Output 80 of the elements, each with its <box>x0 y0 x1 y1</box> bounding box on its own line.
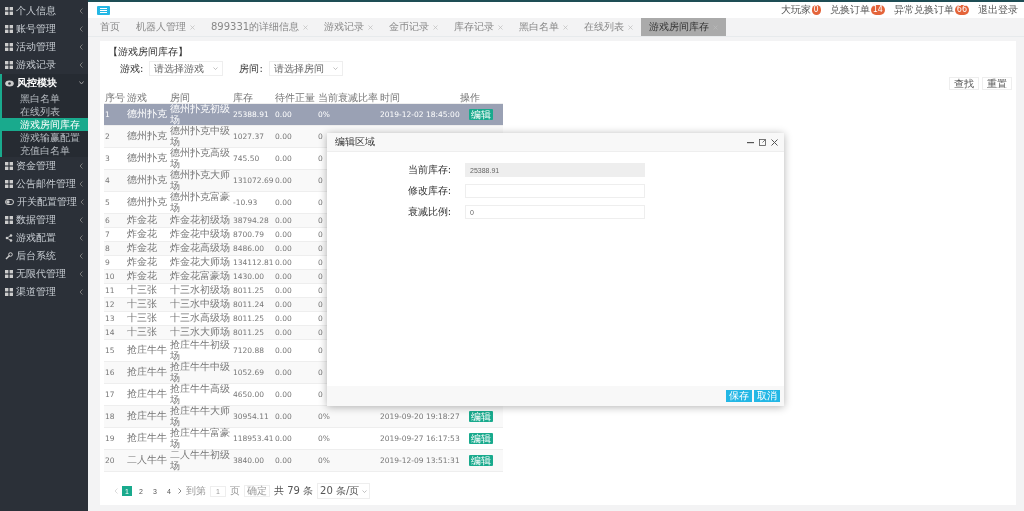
sidebar-label: 个人信息 <box>16 4 57 18</box>
column-header: 待件正量 <box>274 92 317 104</box>
table-cell-text: 炸金花 <box>127 257 158 268</box>
sidebar-label: 数据管理 <box>16 213 57 227</box>
table-cell: 抢庄牛牛大师场 <box>170 406 231 427</box>
tab-label: 机器人管理 <box>136 20 186 34</box>
sidebar-label: 资金管理 <box>16 159 57 173</box>
table-cell: 炸金花初级场 <box>170 215 231 226</box>
table-cell: 德州扑克 <box>127 109 168 120</box>
table-cell: 德州扑克高级场 <box>170 148 231 169</box>
count-badge: 14 <box>870 5 885 15</box>
sidebar-label: 风控模块 <box>17 76 58 90</box>
tab-label: 游戏房间库存 <box>649 20 710 34</box>
sidebar-label: 开关配置管理 <box>17 195 77 209</box>
page-unit: 页 <box>230 484 240 498</box>
table-cell-text: 十三张 <box>127 327 158 338</box>
table-cell: 德州扑克 <box>127 131 168 142</box>
total-count: 共 79 条 <box>274 484 314 498</box>
column-header: 序号 <box>104 92 126 104</box>
tab-label: 金币记录 <box>389 20 430 34</box>
tab-label: 库存记录 <box>454 20 495 34</box>
table-cell: 抢庄牛牛 <box>127 411 168 422</box>
column-header: 游戏 <box>126 92 169 104</box>
table-cell: 炸金花大师场 <box>170 257 231 268</box>
tab-label: 在线列表 <box>584 20 625 34</box>
table-cell-text: 十三张 <box>127 313 158 324</box>
goto-label: 到第 <box>186 484 206 498</box>
table-cell: 十三水高级场 <box>170 313 231 324</box>
table-cell: 抢庄牛牛 <box>127 367 168 378</box>
table-cell-text: 炸金花 <box>127 215 158 226</box>
sidebar-label: 账号管理 <box>16 22 57 36</box>
table-cell: 德州扑克 <box>127 175 168 186</box>
column-header: 时间 <box>379 92 459 104</box>
tab-label: 首页 <box>100 20 120 34</box>
tab-label: 黑白名单 <box>519 20 560 34</box>
filter-label: 游戏: <box>120 61 144 76</box>
column-header: 当前衰减比率 <box>317 92 379 104</box>
table-cell: 抢庄牛牛富豪场 <box>170 428 231 449</box>
panel-title: 【游戏房间库存】 <box>107 45 189 59</box>
count-badge: 0 <box>811 5 821 15</box>
tab-label: 游戏记录 <box>324 20 365 34</box>
table-cell: 二人牛牛初级场 <box>170 450 231 471</box>
sidebar-label: 游戏配置 <box>16 231 57 245</box>
table-cell: 抢庄牛牛 <box>127 345 168 356</box>
table-cell-text: 炸金花 <box>127 243 158 254</box>
table-cell: 抢庄牛牛 <box>127 389 168 400</box>
table-cell: 德州扑克 <box>127 153 168 164</box>
table-cell: 抢庄牛牛高级场 <box>170 384 231 405</box>
table-cell: 德州扑克富豪场 <box>170 192 231 213</box>
dialog-title: 编辑区域 <box>335 135 375 149</box>
table-cell: 德州扑克 <box>127 197 168 208</box>
table-cell: 德州扑克初级场 <box>170 104 231 125</box>
table-cell-text: 炸金花 <box>127 229 158 240</box>
table-cell: 十三水中级场 <box>170 299 231 310</box>
table-cell: 十三水大师场 <box>170 327 231 338</box>
sidebar-label: 后台系统 <box>16 249 57 263</box>
sidebar-label: 渠道管理 <box>16 285 57 299</box>
count-badge: 66 <box>954 5 969 15</box>
table-cell: 德州扑克大师场 <box>170 170 231 191</box>
sidebar-label: 公告邮件管理 <box>16 177 76 191</box>
table-cell: 炸金花高级场 <box>170 243 231 254</box>
table-cell-text: 十三张 <box>127 299 158 310</box>
sidebar-label: 游戏记录 <box>16 58 57 72</box>
tab-label: 899331的详细信息 <box>211 20 300 34</box>
sidebar-label: 活动管理 <box>16 40 57 54</box>
table-cell: 二人牛牛 <box>127 455 168 466</box>
table-cell: 炸金花富豪场 <box>170 271 231 282</box>
table-cell-text: 炸金花 <box>127 271 158 282</box>
column-header: 操作 <box>459 92 503 104</box>
table-cell-text: 十三张 <box>127 285 158 296</box>
filter-label: 房间: <box>239 61 263 76</box>
column-header: 房间 <box>169 92 232 104</box>
table-cell: 抢庄牛牛中级场 <box>170 362 231 383</box>
table-cell: 炸金花中级场 <box>170 229 231 240</box>
table-cell: 德州扑克中级场 <box>170 126 231 147</box>
table-cell: 抢庄牛牛初级场 <box>170 340 231 361</box>
sidebar-label: 无限代管理 <box>16 267 67 281</box>
table-cell: 抢庄牛牛 <box>127 433 168 444</box>
column-header: 库存 <box>232 92 274 104</box>
table-cell: 十三水初级场 <box>170 285 231 296</box>
